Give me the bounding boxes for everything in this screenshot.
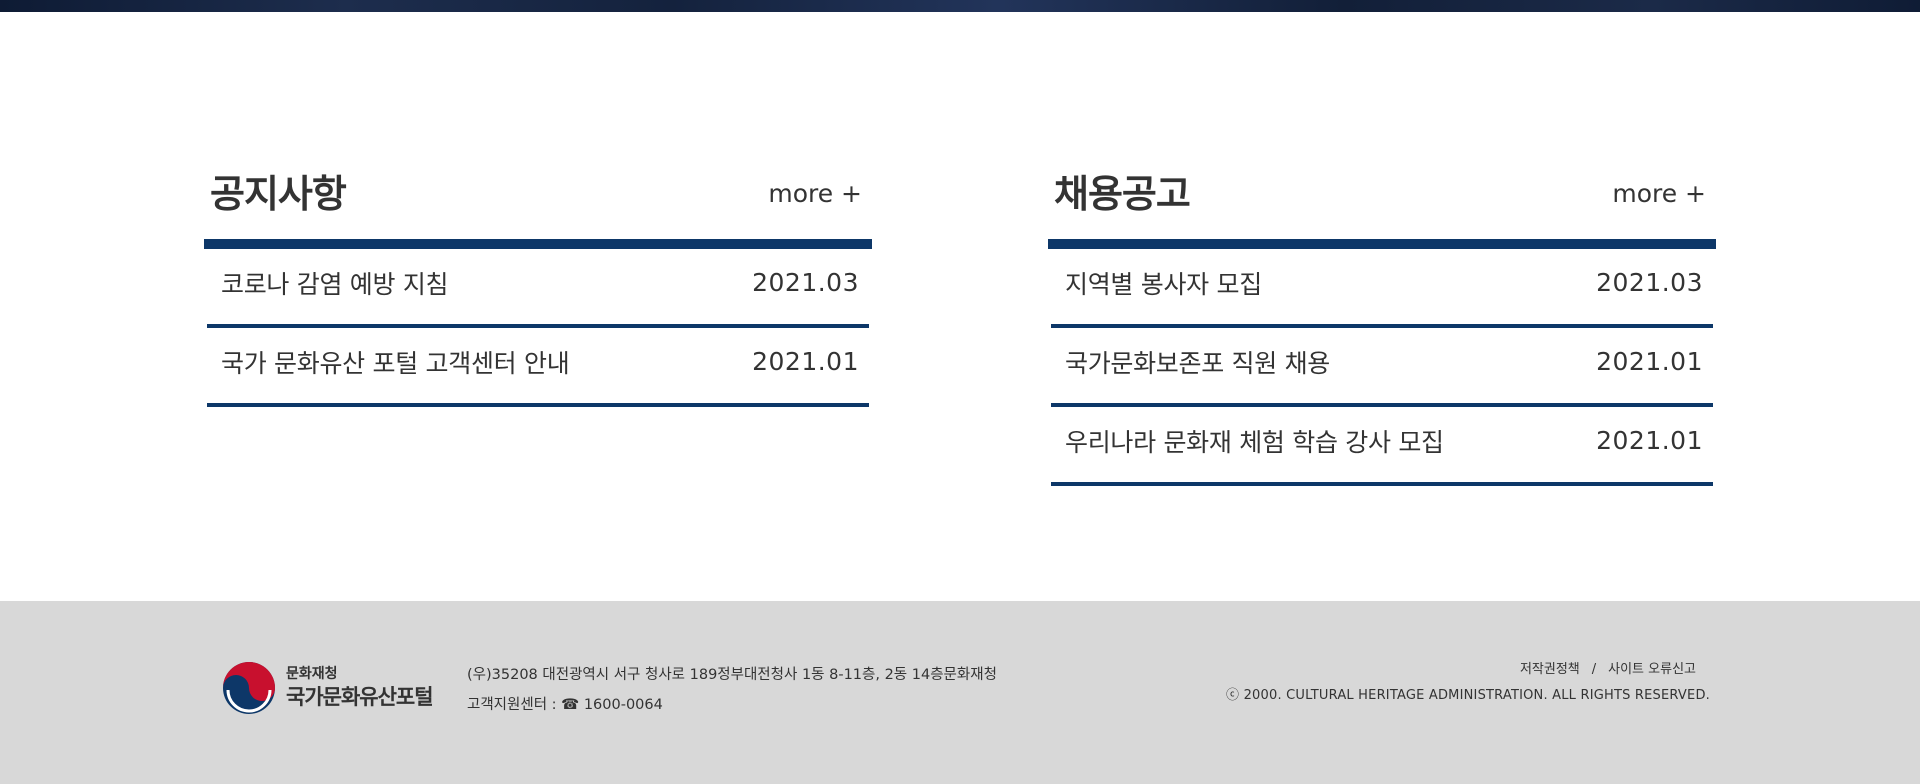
recruit-item-title[interactable]: 우리나라 문화재 체험 학습 강사 모집 [1065,425,1444,461]
notice-board-title: 공지사항 [210,172,347,216]
recruit-more-link[interactable]: more + [1612,176,1706,212]
notice-board-divider [204,239,872,249]
notice-item-title[interactable]: 국가 문화유산 포털 고객센터 안내 [221,346,570,382]
notice-item-date: 2021.03 [752,268,859,297]
notice-list: 코로나 감염 예방 지침 2021.03 국가 문화유산 포털 고객센터 안내 … [207,249,869,407]
site-footer: 문화재청 국가문화유산포털 (우)35208 대전광역시 서구 청사로 189정… [0,601,1920,784]
recruit-list-item[interactable]: 지역별 봉사자 모집 2021.03 [1051,249,1713,328]
notice-item-title[interactable]: 코로나 감염 예방 지침 [221,267,449,303]
recruit-item-date: 2021.01 [1596,347,1703,376]
recruit-list-item[interactable]: 국가문화보존포 직원 채용 2021.01 [1051,328,1713,407]
recruit-board-header: 채용공고 more + [1048,166,1716,226]
recruit-list: 지역별 봉사자 모집 2021.03 국가문화보존포 직원 채용 2021.01… [1051,249,1713,486]
footer-address-block: (우)35208 대전광역시 서구 청사로 189정부대전청사 1동 8-11층… [467,660,997,720]
footer-links: 저작권정책 / 사이트 오류신고 [1520,660,1696,680]
footer-link-separator: / [1591,662,1597,677]
recruit-item-title[interactable]: 지역별 봉사자 모집 [1065,267,1262,303]
recruit-item-date: 2021.03 [1596,268,1703,297]
recruit-item-date: 2021.01 [1596,426,1703,455]
logo-agency-name: 문화재청 [286,666,338,682]
top-banner-image [0,0,1920,12]
notice-item-date: 2021.01 [752,347,859,376]
notice-list-item[interactable]: 코로나 감염 예방 지침 2021.03 [207,249,869,328]
footer-address: (우)35208 대전광역시 서구 청사로 189정부대전청사 1동 8-11층… [467,667,997,683]
recruit-item-title[interactable]: 국가문화보존포 직원 채용 [1065,346,1330,382]
footer-copyright: ⓒ 2000. CULTURAL HERITAGE ADMINISTRATION… [1226,688,1710,703]
footer-support-phone: 고객지원센터 : ☎ 1600-0064 [467,697,663,713]
footer-logo[interactable]: 문화재청 국가문화유산포털 [222,661,442,717]
notice-more-link[interactable]: more + [768,176,862,212]
notice-board-header: 공지사항 more + [204,166,872,226]
logo-portal-name: 국가문화유산포털 [286,685,434,709]
notice-list-item[interactable]: 국가 문화유산 포털 고객센터 안내 2021.01 [207,328,869,407]
copyright-policy-link[interactable]: 저작권정책 [1520,662,1580,677]
recruit-board-divider [1048,239,1716,249]
recruit-list-item[interactable]: 우리나라 문화재 체험 학습 강사 모집 2021.01 [1051,407,1713,486]
taegeuk-emblem-icon [223,662,275,714]
recruit-board-title: 채용공고 [1054,172,1191,216]
error-report-link[interactable]: 사이트 오류신고 [1608,662,1696,677]
